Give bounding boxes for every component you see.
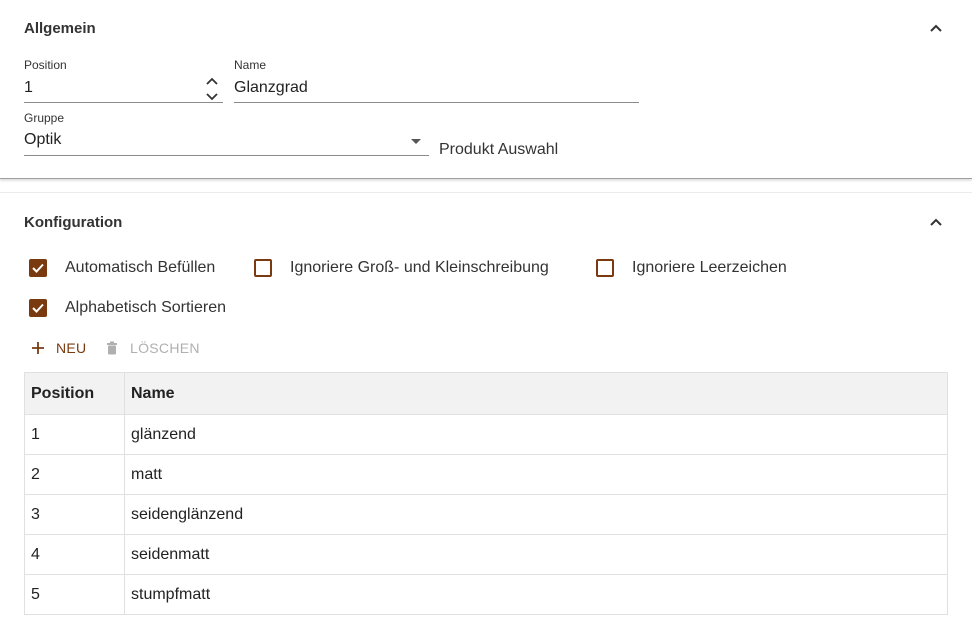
product-selection-label: Produkt Auswahl [439,141,559,158]
delete-button[interactable]: LÖSCHEN [104,338,200,358]
checkbox-label: Alphabetisch Sortieren [65,299,226,316]
new-button-label: NEU [56,340,87,356]
table-header-row: Position Name [24,372,948,415]
checkbox-box[interactable] [29,299,47,317]
chevron-up-icon [206,77,218,85]
checkbox-label: Automatisch Befüllen [65,259,216,276]
cell-position[interactable]: 3 [24,494,125,535]
checkbox-box[interactable] [596,259,614,277]
dropdown-arrow-icon[interactable] [411,139,421,144]
cell-position[interactable]: 1 [24,414,125,455]
konfiguration-title: Konfiguration [24,214,123,231]
checkbox-automatisch-befuellen[interactable]: Automatisch Befüllen [29,259,215,277]
chevron-down-icon [206,93,218,101]
checkbox-ignoriere-gross-klein[interactable]: Ignoriere Groß- und Kleinschreibung [254,259,549,277]
new-button[interactable]: NEU [30,338,86,358]
checkbox-box[interactable] [29,259,47,277]
name-label: Name [234,58,267,72]
cell-position[interactable]: 5 [24,574,125,615]
checkmark-icon [32,303,44,313]
table-row[interactable]: 1 glänzend [24,414,948,455]
position-underline [24,102,223,103]
chevron-up-icon [930,24,942,32]
cell-position[interactable]: 2 [24,454,125,495]
table-row[interactable]: 4 seidenmatt [24,534,948,575]
checkbox-box[interactable] [254,259,272,277]
allgemein-title: Allgemein [24,20,96,37]
checkbox-alphabetisch-sortieren[interactable]: Alphabetisch Sortieren [29,299,226,317]
checkmark-icon [32,263,44,273]
cell-name[interactable]: glänzend [124,414,948,455]
column-header-position[interactable]: Position [24,372,125,415]
cell-name[interactable]: seidenmatt [124,534,948,575]
checkbox-label: Ignoriere Leerzeichen [632,259,787,276]
collapse-allgemein-button[interactable] [924,16,948,40]
position-stepper[interactable] [202,74,222,104]
name-input[interactable]: Glanzgrad [234,79,308,97]
plus-icon [32,342,44,354]
cell-name[interactable]: seidenglänzend [124,494,948,535]
position-label: Position [24,58,67,72]
delete-button-label: LÖSCHEN [130,340,200,356]
allgemein-panel: Allgemein Position 1 Name Glanzgrad Grup… [0,0,972,179]
chevron-up-icon [930,218,942,226]
collapse-konfiguration-button[interactable] [924,210,948,234]
column-header-name[interactable]: Name [124,372,948,415]
name-underline [234,102,639,103]
gruppe-underline [24,155,429,156]
cell-position[interactable]: 4 [24,534,125,575]
cell-name[interactable]: matt [124,454,948,495]
table-row[interactable]: 5 stumpfmatt [24,574,948,615]
cell-name[interactable]: stumpfmatt [124,574,948,615]
table-row[interactable]: 2 matt [24,454,948,495]
checkbox-ignoriere-leerzeichen[interactable]: Ignoriere Leerzeichen [596,259,787,277]
table-row[interactable]: 3 seidenglänzend [24,494,948,535]
gruppe-select[interactable]: Optik [24,131,61,149]
values-table: Position Name 1 glänzend 2 matt 3 seiden… [24,372,948,615]
increment-button[interactable] [202,74,222,88]
trash-icon [107,341,117,355]
position-input[interactable]: 1 [24,79,33,97]
gruppe-label: Gruppe [24,111,65,125]
checkbox-label: Ignoriere Groß- und Kleinschreibung [290,259,549,276]
